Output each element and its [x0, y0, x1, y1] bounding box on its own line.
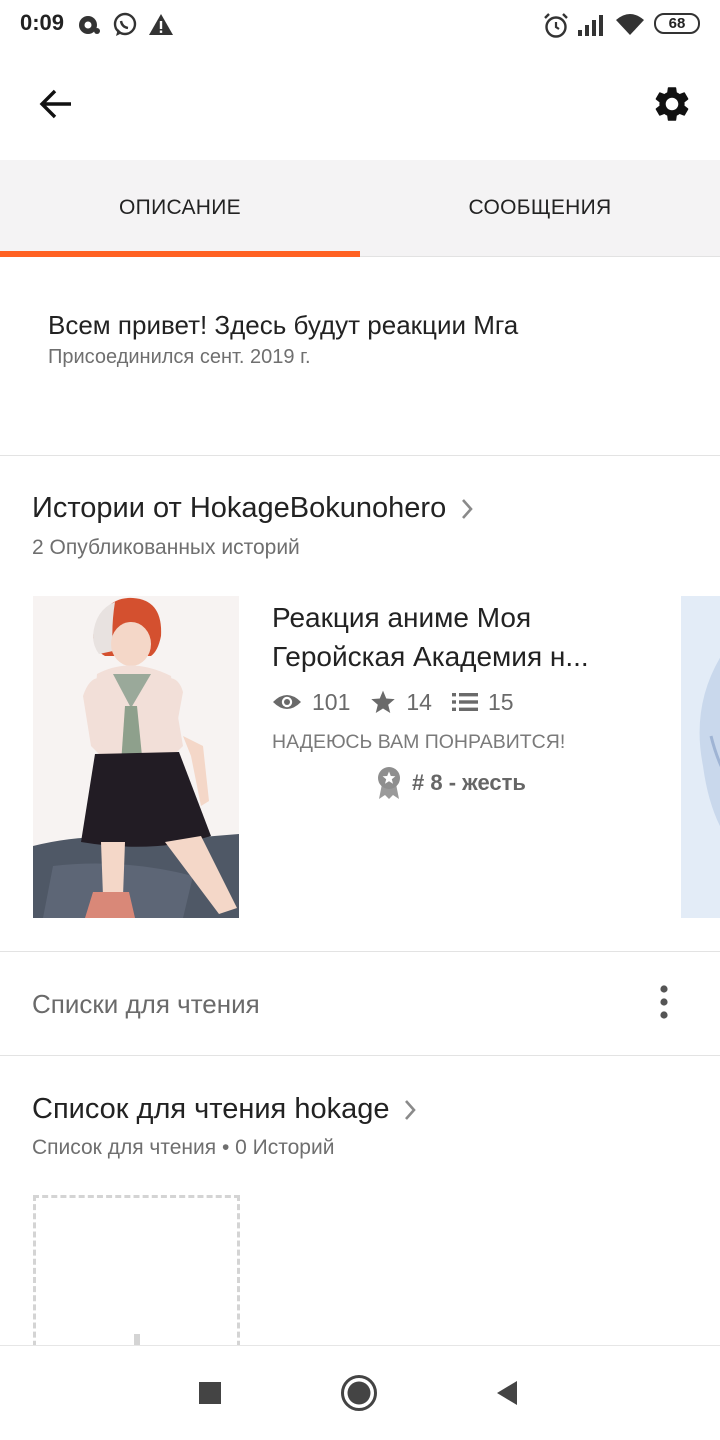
gear-icon	[655, 87, 689, 121]
story-cover-image-2[interactable]	[681, 596, 720, 918]
battery-icon: 68	[654, 13, 700, 34]
wifi-icon	[614, 12, 646, 43]
gear-notification-icon	[76, 12, 102, 43]
home-circle-icon	[341, 1375, 377, 1411]
signal-icon	[576, 12, 606, 43]
reading-list-title: Список для чтения hokage	[32, 1093, 390, 1125]
back-nav-button[interactable]	[482, 1368, 532, 1418]
toolbar	[0, 50, 720, 160]
eye-icon	[273, 695, 301, 709]
status-bar: 0:09 68	[0, 0, 720, 50]
divider	[0, 1055, 720, 1056]
story-title-line-2: Геройская Академия н...	[272, 641, 589, 672]
list-icon	[451, 693, 478, 711]
parts-count: 15	[487, 688, 514, 715]
profile-screen: 0:09 68 ОПИСАНИЕ СООБЩЕНИЯ Всем привет! …	[0, 0, 720, 1440]
story-rank: # 8 - жесть	[376, 766, 526, 800]
tab-bar: ОПИСАНИЕ СООБЩЕНИЯ	[0, 160, 720, 257]
home-button[interactable]	[334, 1368, 384, 1418]
more-vertical-icon	[660, 985, 668, 1019]
star-icon	[371, 690, 396, 714]
votes-count: 14	[406, 688, 432, 715]
whatsapp-icon	[112, 12, 138, 43]
divider	[0, 455, 720, 456]
back-triangle-icon	[497, 1381, 517, 1405]
reads-stat: 101	[272, 689, 350, 716]
settings-button[interactable]	[644, 76, 700, 132]
parts-stat: 15	[451, 688, 514, 716]
story-description: НАДЕЮСЬ ВАМ ПОНРАВИТСЯ!	[272, 731, 566, 753]
description-text: Всем привет! Здесь будут реакции Мга	[48, 310, 519, 340]
warning-icon	[148, 12, 174, 43]
story-title-link[interactable]: Реакция аниме Моя Геройская Академия н..…	[272, 598, 644, 676]
story-cover-image[interactable]	[33, 596, 239, 918]
profile-description: Всем привет! Здесь будут реакции Мга При…	[48, 308, 688, 369]
empty-reading-list-placeholder[interactable]	[33, 1195, 240, 1374]
recents-button[interactable]	[185, 1368, 235, 1418]
system-nav-bar	[0, 1345, 720, 1440]
chevron-right-icon	[403, 1098, 417, 1122]
tab-messages[interactable]: СООБЩЕНИЯ	[360, 160, 720, 256]
arrow-left-icon	[39, 89, 71, 119]
reading-list-subtitle: Список для чтения • 0 Историй	[32, 1136, 335, 1159]
stories-header-link[interactable]: Истории от HokageBokunohero	[32, 492, 474, 525]
recents-square-icon	[199, 1382, 221, 1404]
reading-lists-title: Списки для чтения	[32, 989, 260, 1019]
alarm-icon	[542, 12, 570, 45]
chevron-right-icon	[460, 497, 474, 521]
story-stats: 101 14 15	[272, 684, 534, 720]
rank-text: # 8 - жесть	[412, 770, 526, 795]
votes-stat: 14	[370, 689, 432, 716]
tab-description[interactable]: ОПИСАНИЕ	[0, 160, 360, 257]
reading-list-link[interactable]: Список для чтения hokage	[32, 1093, 417, 1126]
stories-count: 2 Опубликованных историй	[32, 536, 300, 559]
back-button[interactable]	[28, 76, 84, 132]
status-time: 0:09	[20, 10, 65, 35]
reads-count: 101	[312, 688, 351, 715]
story-title-line-1: Реакция аниме Моя	[272, 602, 532, 633]
joined-date: Присоединился сент. 2019 г.	[48, 346, 311, 368]
stories-title: Истории от HokageBokunohero	[32, 492, 447, 524]
more-options-button[interactable]	[642, 980, 686, 1024]
ribbon-badge-icon	[378, 767, 400, 799]
reading-lists-header: Списки для чтения	[0, 952, 720, 1055]
